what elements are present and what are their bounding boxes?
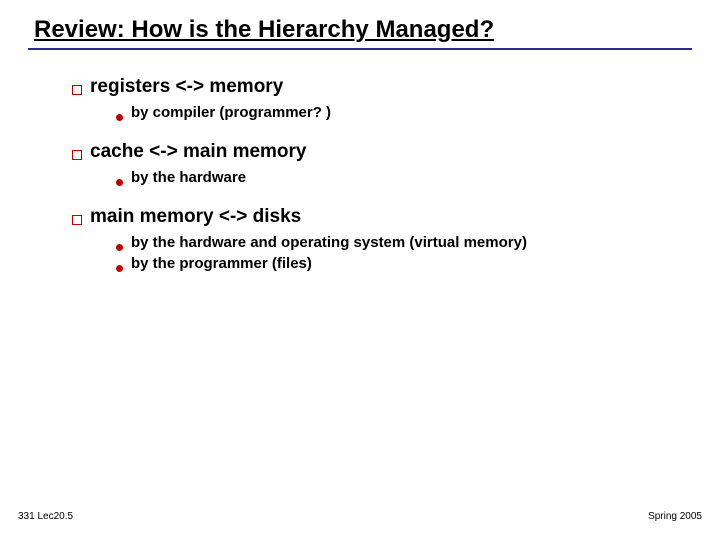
slide-title: Review: How is the Hierarchy Managed?: [28, 16, 692, 50]
bullet-level1: main memory <-> disks: [72, 206, 692, 228]
bullet-level2-group: by the hardware and operating system (vi…: [116, 234, 692, 272]
bullet-level1: cache <-> main memory: [72, 141, 692, 163]
square-bullet-icon: [72, 85, 82, 95]
bullet-level2-group: by compiler (programmer? ): [116, 104, 692, 121]
subbullet-label: by the hardware: [131, 169, 246, 186]
slide-footer: 331 Lec20.5 Spring 2005: [18, 511, 702, 522]
footer-left: 331 Lec20.5: [18, 511, 73, 522]
dot-bullet-icon: [116, 265, 123, 272]
dot-bullet-icon: [116, 244, 123, 251]
bullet-level1: registers <-> memory: [72, 76, 692, 98]
subbullet-row: by compiler (programmer? ): [116, 104, 692, 121]
square-bullet-icon: [72, 215, 82, 225]
subbullet-label: by the programmer (files): [131, 255, 312, 272]
bullet-row: main memory <-> disks: [72, 206, 692, 228]
bullet-level2-group: by the hardware: [116, 169, 692, 186]
subbullet-row: by the programmer (files): [116, 255, 692, 272]
square-bullet-icon: [72, 150, 82, 160]
slide-content: Review: How is the Hierarchy Managed? re…: [0, 0, 720, 272]
bullet-label: main memory <-> disks: [90, 206, 301, 228]
dot-bullet-icon: [116, 114, 123, 121]
subbullet-label: by the hardware and operating system (vi…: [131, 234, 527, 251]
bullet-row: cache <-> main memory: [72, 141, 692, 163]
footer-right: Spring 2005: [648, 511, 702, 522]
subbullet-label: by compiler (programmer? ): [131, 104, 331, 121]
bullet-label: cache <-> main memory: [90, 141, 307, 163]
bullet-row: registers <-> memory: [72, 76, 692, 98]
subbullet-row: by the hardware and operating system (vi…: [116, 234, 692, 251]
dot-bullet-icon: [116, 179, 123, 186]
subbullet-row: by the hardware: [116, 169, 692, 186]
bullet-label: registers <-> memory: [90, 76, 283, 98]
